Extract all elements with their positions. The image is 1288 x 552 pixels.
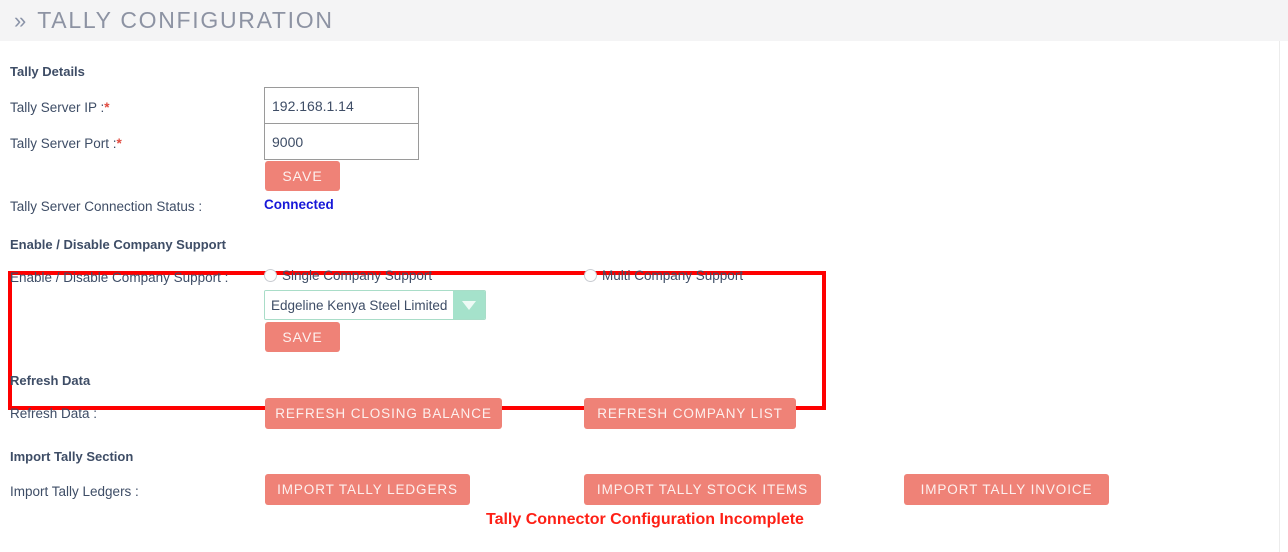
label-company-support: Enable / Disable Company Support : [10,270,229,285]
required-asterisk-port: * [116,136,122,151]
connection-status-value: Connected [264,197,334,212]
tally-server-port-input[interactable] [264,123,419,160]
section-title-tally-details: Tally Details [10,64,85,79]
double-chevron-right-icon: » [14,7,27,33]
page-title: TALLY CONFIGURATION [37,7,334,33]
radio-dot-single[interactable] [264,269,277,282]
radio-label-single: Single Company Support [282,268,433,283]
chevron-down-icon[interactable] [453,291,485,319]
label-tally-server-port: Tally Server Port :* [10,136,122,151]
label-tally-server-ip: Tally Server IP :* [10,100,110,115]
configuration-error-message: Tally Connector Configuration Incomplete [486,511,804,528]
tally-server-ip-input[interactable] [264,87,419,124]
radio-single-company-support[interactable]: Single Company Support [264,268,432,283]
save-company-support-button[interactable]: SAVE [265,322,340,352]
label-import-tally-ledgers: Import Tally Ledgers : [10,484,139,499]
save-tally-details-button[interactable]: SAVE [265,161,340,191]
import-tally-stock-items-button[interactable]: IMPORT TALLY STOCK ITEMS [584,474,821,505]
refresh-company-list-button[interactable]: REFRESH COMPANY LIST [584,398,796,429]
section-title-refresh-data: Refresh Data [10,373,91,388]
import-tally-invoice-button[interactable]: IMPORT TALLY INVOICE [904,474,1109,505]
import-tally-ledgers-button[interactable]: IMPORT TALLY LEDGERS [265,474,470,505]
label-tally-server-ip-text: Tally Server IP : [10,100,105,115]
company-select[interactable]: Edgeline Kenya Steel Limited [264,290,486,320]
radio-multi-company-support[interactable]: Multi Company Support [584,268,743,283]
radio-label-multi: Multi Company Support [602,268,744,283]
section-title-import-tally: Import Tally Section [10,449,134,464]
label-tally-server-port-text: Tally Server Port : [10,136,117,151]
tally-configuration-page: » TALLY CONFIGURATION Tally Details Tall… [0,0,1288,552]
label-connection-status: Tally Server Connection Status : [10,199,203,214]
refresh-closing-balance-button[interactable]: REFRESH CLOSING BALANCE [265,398,502,429]
company-select-value: Edgeline Kenya Steel Limited [265,291,453,319]
section-title-company-support: Enable / Disable Company Support [10,237,226,252]
label-refresh-data: Refresh Data : [10,406,98,421]
page-header: » TALLY CONFIGURATION [0,0,1288,41]
required-asterisk-ip: * [104,100,110,115]
content-panel: Tally Details Tally Server IP :* Tally S… [8,41,1280,552]
radio-dot-multi[interactable] [584,269,597,282]
